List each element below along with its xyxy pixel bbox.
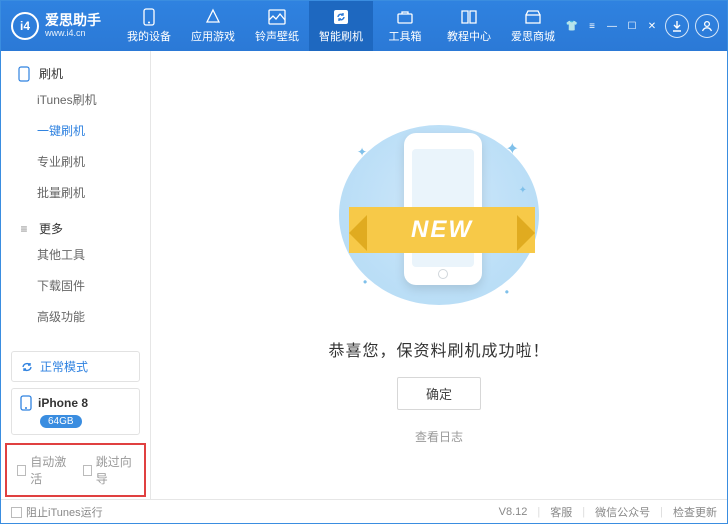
sidebar-item-onekey[interactable]: 一键刷机 — [1, 115, 150, 146]
sidebar-item-other[interactable]: 其他工具 — [1, 239, 150, 270]
top-nav: 我的设备 应用游戏 铃声壁纸 智能刷机 工具箱 教程中心 爱思商城 — [117, 1, 565, 51]
nav-label: 应用游戏 — [191, 28, 235, 44]
checkbox-label: 自动激活 — [30, 453, 68, 487]
toolbox-icon — [396, 8, 414, 26]
book-icon — [460, 8, 478, 26]
success-message: 恭喜您，保资料刷机成功啦！ — [328, 337, 549, 361]
store-icon — [524, 8, 542, 26]
device-name: iPhone 8 — [38, 396, 88, 410]
maximize-icon[interactable]: ☐ — [625, 21, 639, 32]
sidebar: 刷机 iTunes刷机 一键刷机 专业刷机 批量刷机 ≡ 更多 其他工具 下载固… — [1, 51, 151, 499]
support-link[interactable]: 客服 — [550, 504, 572, 520]
window-controls: 👕 ≡ — ☐ ✕ — [565, 21, 659, 32]
nav-flash[interactable]: 智能刷机 — [309, 1, 373, 51]
image-icon — [268, 8, 286, 26]
apps-icon — [204, 8, 222, 26]
phone-outline-icon — [17, 67, 31, 81]
close-icon[interactable]: ✕ — [645, 21, 659, 32]
nav-label: 我的设备 — [127, 28, 171, 44]
footer: 阻止iTunes运行 V8.12| 客服| 微信公众号| 检查更新 — [1, 499, 727, 524]
nav-ringtones[interactable]: 铃声壁纸 — [245, 1, 309, 51]
checkbox-label: 阻止iTunes运行 — [26, 504, 103, 520]
nav-devices[interactable]: 我的设备 — [117, 1, 181, 51]
wechat-link[interactable]: 微信公众号 — [595, 504, 650, 520]
ok-button[interactable]: 确定 — [397, 377, 481, 410]
nav-label: 智能刷机 — [319, 28, 363, 44]
block-itunes-checkbox[interactable]: 阻止iTunes运行 — [11, 504, 103, 520]
nav-label: 铃声壁纸 — [255, 28, 299, 44]
sync-icon — [20, 360, 34, 374]
phone-icon — [140, 8, 158, 26]
update-link[interactable]: 检查更新 — [673, 504, 717, 520]
sidebar-item-itunes[interactable]: iTunes刷机 — [1, 84, 150, 115]
sidebar-group-label: 刷机 — [39, 65, 63, 82]
brand-title: 爱思助手 — [45, 13, 101, 28]
brand: i4 爱思助手 www.i4.cn — [1, 12, 117, 40]
sidebar-item-pro[interactable]: 专业刷机 — [1, 146, 150, 177]
skin-icon[interactable]: 👕 — [565, 21, 579, 32]
auto-activate-checkbox[interactable]: 自动激活 — [17, 453, 69, 487]
minimize-icon[interactable]: — — [605, 21, 619, 32]
brand-logo-icon: i4 — [11, 12, 39, 40]
sidebar-group-label: 更多 — [39, 220, 63, 237]
brand-url: www.i4.cn — [45, 29, 101, 39]
sidebar-item-batch[interactable]: 批量刷机 — [1, 177, 150, 208]
version-label: V8.12 — [499, 506, 528, 518]
sidebar-group-flash: 刷机 — [1, 61, 150, 84]
success-illustration: ✦ ✦ ✦ • • NEW — [329, 115, 549, 315]
new-ribbon: NEW — [349, 207, 535, 253]
refresh-icon — [332, 8, 350, 26]
user-button[interactable] — [695, 14, 719, 38]
skip-guide-checkbox[interactable]: 跳过向导 — [83, 453, 135, 487]
nav-toolbox[interactable]: 工具箱 — [373, 1, 437, 51]
storage-badge: 64GB — [40, 415, 82, 428]
nav-label: 教程中心 — [447, 28, 491, 44]
device-box[interactable]: iPhone 8 64GB — [11, 388, 140, 435]
sidebar-group-more: ≡ 更多 — [1, 216, 150, 239]
sidebar-item-firmware[interactable]: 下载固件 — [1, 270, 150, 301]
sidebar-item-advanced[interactable]: 高级功能 — [1, 301, 150, 332]
flash-options: 自动激活 跳过向导 — [5, 443, 146, 497]
nav-label: 爱思商城 — [511, 28, 555, 44]
device-phone-icon — [20, 395, 32, 411]
header-right: 👕 ≡ — ☐ ✕ — [565, 14, 727, 38]
nav-tutorials[interactable]: 教程中心 — [437, 1, 501, 51]
nav-label: 工具箱 — [389, 28, 422, 44]
app-header: i4 爱思助手 www.i4.cn 我的设备 应用游戏 铃声壁纸 智能刷机 工具… — [1, 1, 727, 51]
nav-store[interactable]: 爱思商城 — [501, 1, 565, 51]
menu-icon[interactable]: ≡ — [585, 21, 599, 32]
mode-label: 正常模式 — [40, 358, 88, 375]
main-panel: ✦ ✦ ✦ • • NEW 恭喜您，保资料刷机成功啦！ 确定 查看日志 — [151, 51, 727, 499]
download-button[interactable] — [665, 14, 689, 38]
checkbox-label: 跳过向导 — [96, 453, 134, 487]
mode-box[interactable]: 正常模式 — [11, 351, 140, 382]
view-log-link[interactable]: 查看日志 — [415, 428, 463, 445]
menu-lines-icon: ≡ — [17, 222, 31, 236]
nav-apps[interactable]: 应用游戏 — [181, 1, 245, 51]
